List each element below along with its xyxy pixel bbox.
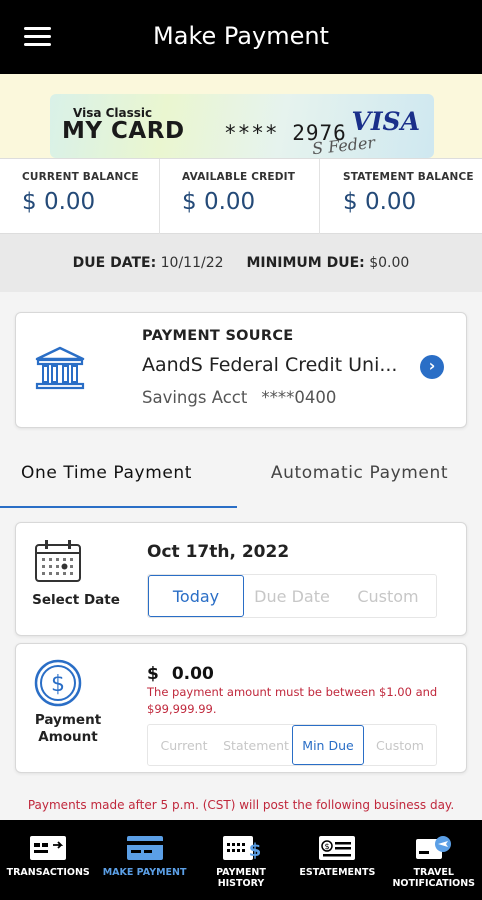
travel-notifications-icon xyxy=(415,836,451,859)
payment-amount-label: Payment Amount xyxy=(34,712,102,745)
payment-history-icon: $ xyxy=(222,836,260,861)
estatements-icon: $ xyxy=(319,836,356,860)
svg-text:$: $ xyxy=(51,672,65,697)
calendar-icon xyxy=(35,540,81,582)
minimum-due-value: $0.00 xyxy=(369,255,410,271)
visa-logo: VISA xyxy=(351,107,420,136)
amount-option-selector: Current Statement Min Due Custom xyxy=(147,724,437,766)
amount-option-statement[interactable]: Statement xyxy=(220,725,292,765)
statement-balance: STATEMENT BALANCE $ 0.00 xyxy=(321,159,481,235)
date-option-selector: Today Due Date Custom xyxy=(147,574,437,618)
nav-payment-history[interactable]: $ PAYMENT HISTORY xyxy=(193,820,289,900)
available-credit: AVAILABLE CREDIT $ 0.00 xyxy=(160,159,320,235)
svg-text:$: $ xyxy=(249,840,260,861)
nav-label: eSTATEMENTS xyxy=(299,867,376,878)
balance-label: AVAILABLE CREDIT xyxy=(182,171,296,183)
date-option-custom[interactable]: Custom xyxy=(340,575,436,617)
amount-option-current[interactable]: Current xyxy=(148,725,220,765)
balance-label: STATEMENT BALANCE xyxy=(343,171,474,183)
credit-card-image: Visa Classic MY CARD **** 2976 S Feder V… xyxy=(50,94,434,158)
payment-source-card[interactable]: PAYMENT SOURCE AandS Federal Credit Uni.… xyxy=(15,312,467,428)
currency-symbol: $ xyxy=(147,664,159,684)
amount-option-custom[interactable]: Custom xyxy=(364,725,436,765)
posting-cutoff-note: Payments made after 5 p.m. (CST) will po… xyxy=(27,798,455,812)
select-date-label: Select Date xyxy=(32,592,120,608)
tab-automatic-payment[interactable]: Automatic Payment xyxy=(237,448,482,508)
nav-label: PAYMENT HISTORY xyxy=(216,867,266,889)
payment-source-title: PAYMENT SOURCE xyxy=(142,328,294,344)
nav-label: TRAVEL NOTIFICATIONS xyxy=(392,867,476,889)
nav-travel-notifications[interactable]: TRAVEL NOTIFICATIONS xyxy=(386,820,482,900)
select-date-panel: Select Date Oct 17th, 2022 Today Due Dat… xyxy=(15,522,467,636)
balance-label: CURRENT BALANCE xyxy=(22,171,139,183)
payment-amount-error: The payment amount must be between $1.00… xyxy=(147,685,438,716)
payment-amount-panel: $ Payment Amount $0.00 The payment amoun… xyxy=(15,643,467,773)
selected-date-value: Oct 17th, 2022 xyxy=(147,542,290,562)
active-tab-indicator xyxy=(0,506,237,508)
nav-label: TRANSACTIONS xyxy=(6,867,90,878)
balance-amount: $ 0.00 xyxy=(343,189,417,215)
due-date-label: DUE DATE: xyxy=(72,255,157,271)
transactions-icon xyxy=(30,836,67,860)
payment-source-account: Savings Acct ****0400 xyxy=(142,388,336,407)
chevron-right-icon[interactable]: › xyxy=(420,355,444,379)
tab-one-time-payment[interactable]: One Time Payment xyxy=(0,448,237,508)
date-option-today[interactable]: Today xyxy=(148,575,244,617)
account-number: ****0400 xyxy=(261,388,337,407)
balance-amount: $ 0.00 xyxy=(182,189,256,215)
payment-source-institution: AandS Federal Credit Uni... xyxy=(142,354,398,376)
nav-make-payment[interactable]: MAKE PAYMENT xyxy=(96,820,192,900)
account-type: Savings Acct xyxy=(142,388,248,407)
bank-icon xyxy=(35,346,85,390)
date-option-due-date[interactable]: Due Date xyxy=(244,575,340,617)
bottom-navigation: TRANSACTIONS MAKE PAYMENT $ PAYMENT HIST… xyxy=(0,820,482,900)
nav-estatements[interactable]: $ eSTATEMENTS xyxy=(289,820,385,900)
minimum-due-label: MINIMUM DUE: xyxy=(246,255,365,271)
due-date-value: 10/11/22 xyxy=(160,255,224,271)
dollar-coin-icon: $ xyxy=(34,659,82,707)
nav-label: MAKE PAYMENT xyxy=(102,867,187,878)
top-bar: Make Payment xyxy=(0,0,482,74)
payment-amount-input[interactable]: $0.00 xyxy=(147,664,214,684)
card-name: MY CARD xyxy=(62,118,185,144)
balance-amount: $ 0.00 xyxy=(22,189,96,215)
payment-type-tabs: One Time Payment Automatic Payment xyxy=(0,448,482,508)
due-info: DUE DATE: 10/11/22 MINIMUM DUE: $0.00 xyxy=(0,234,482,292)
amount-option-min-due[interactable]: Min Due xyxy=(292,725,364,765)
make-payment-icon xyxy=(126,836,163,860)
payment-amount-value: 0.00 xyxy=(171,664,214,684)
balance-summary: CURRENT BALANCE $ 0.00 AVAILABLE CREDIT … xyxy=(0,158,482,235)
card-banner: Visa Classic MY CARD **** 2976 S Feder V… xyxy=(0,74,482,158)
nav-transactions[interactable]: TRANSACTIONS xyxy=(0,820,96,900)
current-balance: CURRENT BALANCE $ 0.00 xyxy=(0,159,160,235)
page-title: Make Payment xyxy=(153,22,329,50)
svg-text:$: $ xyxy=(325,842,330,851)
